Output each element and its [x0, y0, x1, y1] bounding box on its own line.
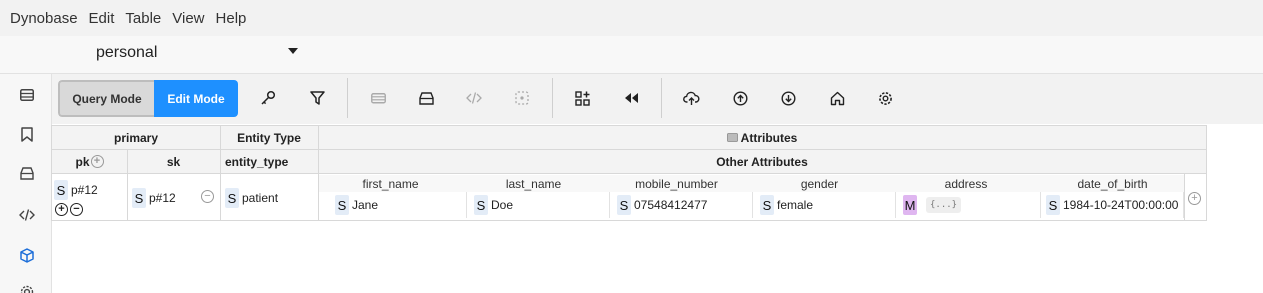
gender-value: female [777, 198, 814, 212]
type-badge: S [760, 195, 774, 215]
date-of-birth-cell[interactable]: S 1984-10-24T00:00:00 [1042, 192, 1184, 218]
edit-mode-button[interactable]: Edit Mode [154, 80, 238, 117]
map-type-badge: M [903, 195, 917, 215]
remove-row-icon[interactable]: − [70, 202, 83, 216]
left-sidebar [0, 74, 52, 293]
primary-group-header: primary [52, 126, 220, 149]
first-name-value: Jane [352, 198, 379, 212]
sk-header[interactable]: sk [127, 150, 220, 173]
menu-help[interactable]: Help [216, 10, 247, 27]
type-badge: S [474, 195, 488, 215]
toolbar-divider [347, 78, 348, 118]
menu-view[interactable]: View [172, 10, 204, 27]
pk-value: p#12 [71, 183, 98, 197]
entity-type-group-header: Entity Type [220, 126, 318, 149]
type-badge: S [132, 188, 146, 208]
grid-divider [127, 150, 128, 220]
mode-toggle: Query Mode Edit Mode [58, 80, 238, 117]
grid-divider [220, 126, 221, 220]
chevron-down-icon[interactable] [288, 48, 298, 54]
address-cell[interactable]: M {...} [899, 192, 1041, 218]
pk-cell[interactable]: S p#12 [54, 180, 126, 200]
key-icon[interactable] [259, 89, 277, 107]
last-name-cell[interactable]: S Doe [470, 192, 610, 218]
grid-divider [52, 149, 1206, 150]
query-mode-button[interactable]: Query Mode [58, 80, 154, 117]
toolbar: Query Mode Edit Mode [52, 74, 1263, 124]
grid-divider [52, 173, 1206, 174]
grid-divider [318, 126, 319, 220]
pk-header[interactable]: pk + [52, 150, 127, 173]
table-icon [726, 133, 738, 142]
home-icon[interactable] [828, 89, 846, 107]
entity-type-header[interactable]: entity_type [220, 150, 318, 173]
map-preview[interactable]: {...} [926, 197, 962, 213]
cloud-upload-icon[interactable] [682, 89, 700, 107]
arrow-up-circle-icon[interactable] [731, 89, 749, 107]
entity-type-cell[interactable]: S patient [225, 187, 315, 209]
code-icon[interactable] [465, 89, 483, 107]
date-of-birth-value: 1984-10-24T00:00:00 [1063, 198, 1179, 212]
rewind-icon[interactable] [622, 89, 640, 107]
bookmark-icon[interactable] [18, 125, 36, 143]
pk-label: pk [75, 154, 90, 169]
filter-icon[interactable] [308, 89, 326, 107]
table-icon[interactable] [18, 86, 36, 104]
remove-circle-icon[interactable]: − [201, 190, 214, 203]
type-badge: S [225, 188, 239, 208]
toolbar-divider [661, 78, 662, 118]
cube-icon[interactable] [18, 246, 36, 264]
arrow-down-circle-icon[interactable] [779, 89, 797, 107]
date-of-birth-header[interactable]: date_of_birth [1041, 175, 1184, 192]
type-badge: S [1046, 195, 1060, 215]
first-name-cell[interactable]: S Jane [327, 192, 467, 218]
address-header[interactable]: address [891, 175, 1041, 192]
grid-divider [1184, 174, 1185, 220]
gender-header[interactable]: gender [748, 175, 891, 192]
menu-edit[interactable]: Edit [89, 10, 115, 27]
gear-icon[interactable] [876, 89, 894, 107]
table-icon[interactable] [369, 89, 387, 107]
type-badge: S [54, 180, 68, 200]
attributes-label: Attributes [740, 130, 798, 145]
type-badge: S [617, 195, 631, 215]
database-icon[interactable] [18, 164, 36, 182]
attributes-group-header: Attributes [318, 126, 1206, 149]
type-badge: S [335, 195, 349, 215]
entity-type-value: patient [242, 191, 279, 205]
last-name-value: Doe [491, 198, 514, 212]
table-selector-bar: personal [0, 36, 1263, 74]
gender-cell[interactable]: S female [756, 192, 896, 218]
mobile-number-header[interactable]: mobile_number [605, 175, 748, 192]
scan-icon[interactable] [513, 89, 531, 107]
add-item-icon[interactable] [573, 89, 591, 107]
add-circle-icon[interactable]: + [90, 155, 104, 168]
add-row-icon[interactable]: + [55, 202, 68, 216]
last-name-header[interactable]: last_name [462, 175, 605, 192]
row-actions: + − [55, 201, 87, 217]
mobile-number-value: 07548412477 [634, 198, 708, 212]
menu-table[interactable]: Table [125, 10, 161, 27]
first-name-header[interactable]: first_name [319, 175, 462, 192]
sk-value: p#12 [149, 191, 176, 205]
other-attributes-header: Other Attributes [318, 150, 1206, 173]
database-icon[interactable] [417, 89, 435, 107]
code-icon[interactable] [18, 206, 36, 224]
toolbar-divider [552, 78, 553, 118]
menu-dynobase[interactable]: Dynobase [10, 10, 78, 27]
items-grid: primary Entity Type Attributes pk + sk e… [51, 125, 1207, 221]
settings-icon[interactable] [18, 283, 36, 293]
mobile-number-cell[interactable]: S 07548412477 [613, 192, 753, 218]
table-select[interactable]: personal [96, 44, 157, 62]
menu-bar: Dynobase Edit Table View Help [0, 0, 1263, 36]
add-attribute-icon[interactable]: + [1188, 192, 1201, 205]
